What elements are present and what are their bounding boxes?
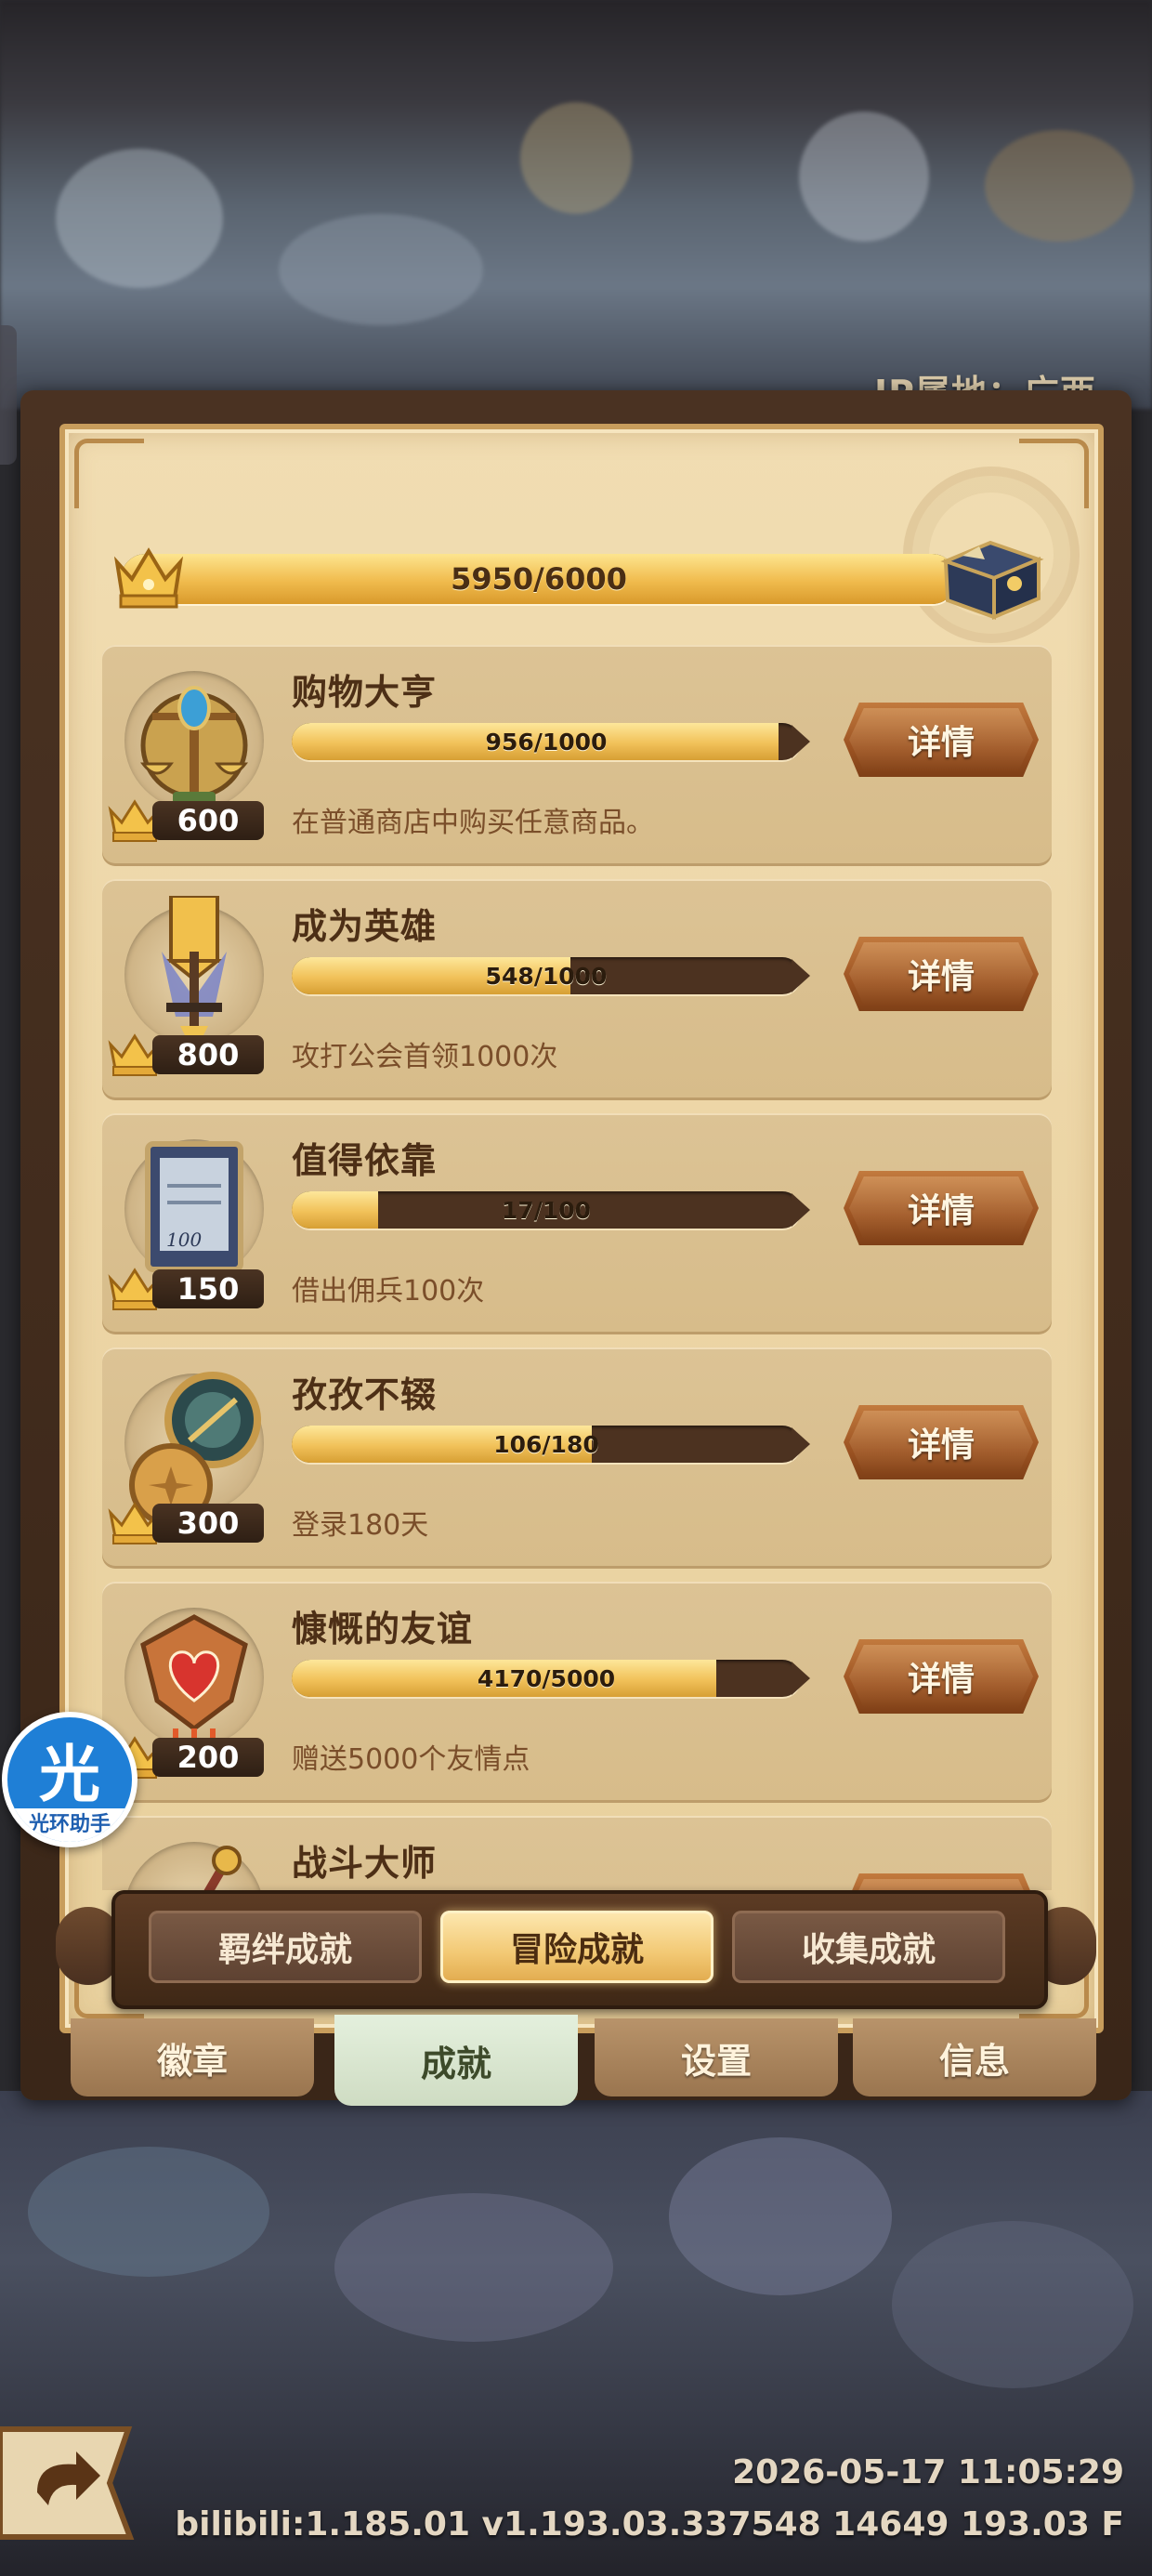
detail-button-label: 详情	[907, 1426, 975, 1465]
achievement-points: 150	[108, 1266, 275, 1310]
detail-button-label: 详情	[907, 1661, 975, 1699]
achievement-points: 600	[108, 797, 275, 842]
segment-collection-achievements[interactable]: 收集成就	[732, 1911, 1005, 1983]
detail-button[interactable]: 详情	[844, 1171, 1039, 1245]
assistant-float-button[interactable]: 光 光环助手	[2, 1712, 137, 1847]
heart-emblem-icon	[140, 1614, 248, 1756]
total-progress-text: 5950/6000	[451, 561, 627, 597]
scales-icon	[139, 686, 249, 805]
achievement-progress-bar: 4170/5000	[292, 1660, 812, 1697]
detail-button-label: 详情	[907, 724, 975, 762]
achievement-progress-bar: 956/1000	[292, 723, 812, 760]
battle-staff-icon	[203, 1846, 242, 1890]
achievement-card: 慷慨的友谊 200 4170/5000 赠送5000个友情点 详情	[102, 1582, 1052, 1803]
detail-button-label: 详情	[907, 1192, 975, 1230]
achievement-progress-text: 106/180	[493, 1430, 599, 1458]
achievement-title: 战斗大师	[292, 1843, 438, 1884]
total-progress-bar: 5950/6000	[121, 554, 957, 604]
back-button[interactable]	[0, 2424, 139, 2543]
detail-button[interactable]: 详情	[844, 1873, 1039, 1890]
achievement-list[interactable]: 购物大亨 600 956/1000 在普通商店中购买任意商品。 详情 成为英雄 800 548…	[102, 645, 1054, 1890]
detail-button[interactable]: 详情	[844, 703, 1039, 777]
achievement-card: 孜孜不辍 300 106/180 登录180天 详情	[102, 1347, 1052, 1569]
achievement-description: 攻打公会首领1000次	[292, 1041, 558, 1073]
side-pull-tab[interactable]	[0, 325, 17, 465]
footer-timestamp: 2026-05-17 11:05:29	[732, 2453, 1124, 2491]
crown-icon	[113, 547, 184, 609]
tab-achievements[interactable]: 成就	[334, 2015, 578, 2106]
achievement-progress-text: 4170/5000	[477, 1664, 616, 1692]
compass-coin-icon	[129, 1372, 261, 1522]
achievement-progress-bar: 17/100	[292, 1191, 812, 1229]
contract-frame-icon: 100	[145, 1141, 243, 1272]
achievement-description: 借出佣兵100次	[292, 1275, 485, 1308]
detail-button[interactable]: 详情	[844, 1405, 1039, 1479]
achievement-card: 战斗大师详情	[102, 1816, 1052, 1890]
detail-button[interactable]: 详情	[844, 1639, 1039, 1714]
achievement-card: 成为英雄 800 548/1000 攻打公会首领1000次 详情	[102, 879, 1052, 1100]
achievement-points-value: 300	[152, 1504, 264, 1543]
achievement-progress-bar: 548/1000	[292, 957, 812, 994]
achievement-points: 300	[108, 1500, 275, 1544]
achievement-progress-text: 548/1000	[485, 962, 608, 990]
achievement-description: 赠送5000个友情点	[292, 1743, 530, 1776]
achievement-points: 800	[108, 1032, 275, 1076]
achievement-category-tabs: 羁绊成就 冒险成就 收集成就	[111, 1890, 1048, 2009]
sword-banner-icon	[162, 896, 227, 1054]
achievement-title: 成为英雄	[292, 906, 438, 947]
achievement-points-value: 150	[152, 1269, 264, 1308]
achievement-progress-text: 17/100	[501, 1196, 592, 1224]
achievement-points-value: 800	[152, 1035, 264, 1074]
corner-ornament	[74, 439, 144, 508]
achievement-title: 慷慨的友谊	[292, 1609, 474, 1649]
segment-bond-achievements[interactable]: 羁绊成就	[149, 1911, 422, 1983]
achievement-progress-bar: 106/180	[292, 1426, 812, 1463]
svg-text:100: 100	[166, 1229, 202, 1251]
tab-settings[interactable]: 设置	[595, 2018, 838, 2096]
blurred-background-top	[0, 0, 1152, 409]
blurred-background-bottom	[0, 2091, 1152, 2576]
detail-button[interactable]: 详情	[844, 937, 1039, 1011]
achievement-points-value: 600	[152, 801, 264, 840]
treasure-chest-icon[interactable]	[936, 528, 1046, 621]
footer-version: bilibili:1.185.01 v1.193.03.337548 14649…	[175, 2505, 1124, 2543]
achievement-description: 在普通商店中购买任意商品。	[292, 807, 654, 839]
segment-adventure-achievements[interactable]: 冒险成就	[440, 1911, 713, 1983]
achievement-card: 购物大亨 600 956/1000 在普通商店中购买任意商品。 详情	[102, 645, 1052, 866]
achievement-card: 100 值得依靠 150 17/100 借出佣兵100次 详情	[102, 1113, 1052, 1334]
detail-button-label: 详情	[907, 958, 975, 996]
tab-info[interactable]: 信息	[853, 2018, 1096, 2096]
achievement-points-value: 200	[152, 1738, 264, 1777]
achievement-description: 登录180天	[292, 1509, 429, 1542]
achievement-title: 孜孜不辍	[292, 1374, 438, 1415]
assistant-label: 光环助手	[7, 1808, 132, 1842]
tab-badges[interactable]: 徽章	[71, 2018, 314, 2096]
assistant-glyph: 光	[39, 1739, 100, 1810]
achievement-title: 购物大亨	[292, 672, 438, 713]
achievement-title: 值得依靠	[292, 1140, 438, 1181]
achievement-progress-text: 956/1000	[485, 728, 608, 756]
